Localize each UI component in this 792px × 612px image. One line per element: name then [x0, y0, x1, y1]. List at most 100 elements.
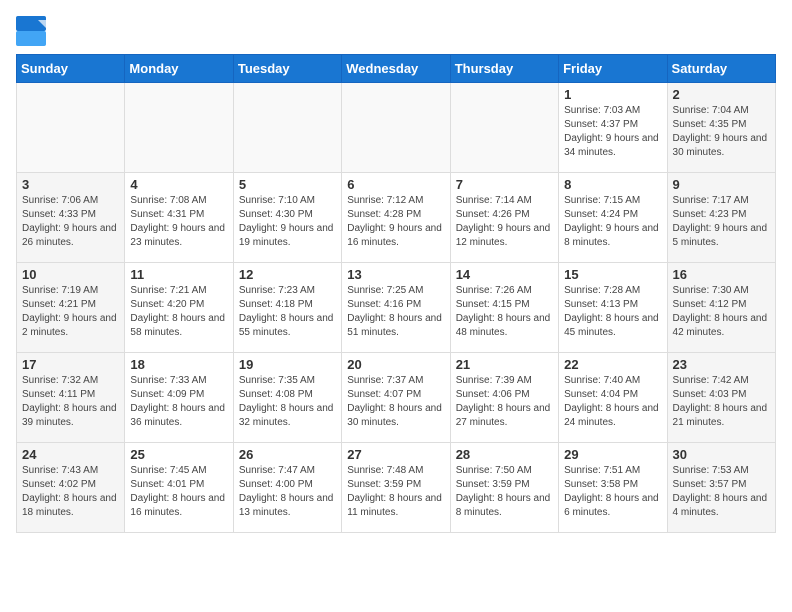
calendar-cell: 8 Sunrise: 7:15 AM Sunset: 4:24 PM Daylig…	[559, 173, 667, 263]
day-info: Sunrise: 7:19 AM Sunset: 4:21 PM Dayligh…	[22, 284, 119, 340]
calendar-cell: 22 Sunrise: 7:40 AM Sunset: 4:04 PM Dayli…	[559, 353, 667, 443]
day-info: Sunrise: 7:47 AM Sunset: 4:00 PM Dayligh…	[239, 464, 336, 520]
calendar-cell: 3 Sunrise: 7:06 AM Sunset: 4:33 PM Daylig…	[17, 173, 125, 263]
day-info: Sunrise: 7:17 AM Sunset: 4:23 PM Dayligh…	[673, 194, 770, 250]
day-info: Sunrise: 7:39 AM Sunset: 4:06 PM Dayligh…	[456, 374, 553, 430]
calendar-cell: 20 Sunrise: 7:37 AM Sunset: 4:07 PM Dayli…	[342, 353, 450, 443]
day-info: Sunrise: 7:03 AM Sunset: 4:37 PM Dayligh…	[564, 104, 661, 160]
day-info: Sunrise: 7:26 AM Sunset: 4:15 PM Dayligh…	[456, 284, 553, 340]
calendar-cell: 16 Sunrise: 7:30 AM Sunset: 4:12 PM Dayli…	[667, 263, 775, 353]
day-number: 19	[239, 357, 336, 372]
calendar-cell: 30 Sunrise: 7:53 AM Sunset: 3:57 PM Dayli…	[667, 443, 775, 533]
day-info: Sunrise: 7:12 AM Sunset: 4:28 PM Dayligh…	[347, 194, 444, 250]
day-info: Sunrise: 7:33 AM Sunset: 4:09 PM Dayligh…	[130, 374, 227, 430]
calendar-cell: 23 Sunrise: 7:42 AM Sunset: 4:03 PM Dayli…	[667, 353, 775, 443]
day-number: 4	[130, 177, 227, 192]
calendar-cell	[233, 83, 341, 173]
calendar-cell: 14Sunrise: 7:26 AM Sunset: 4:15 PM Dayli…	[450, 263, 558, 353]
calendar-cell: 24 Sunrise: 7:43 AM Sunset: 4:02 PM Dayli…	[17, 443, 125, 533]
calendar-cell	[125, 83, 233, 173]
calendar-cell: 29Sunrise: 7:51 AM Sunset: 3:58 PM Dayli…	[559, 443, 667, 533]
calendar-cell: 1 Sunrise: 7:03 AM Sunset: 4:37 PM Daylig…	[559, 83, 667, 173]
calendar-cell: 9 Sunrise: 7:17 AM Sunset: 4:23 PM Daylig…	[667, 173, 775, 263]
day-info: Sunrise: 7:42 AM Sunset: 4:03 PM Dayligh…	[673, 374, 770, 430]
logo	[16, 16, 50, 46]
day-number: 3	[22, 177, 119, 192]
calendar-cell: 7 Sunrise: 7:14 AM Sunset: 4:26 PM Daylig…	[450, 173, 558, 263]
day-info: Sunrise: 7:10 AM Sunset: 4:30 PM Dayligh…	[239, 194, 336, 250]
calendar-cell	[17, 83, 125, 173]
calendar-table: SundayMondayTuesdayWednesdayThursdayFrid…	[16, 54, 776, 533]
day-info: Sunrise: 7:53 AM Sunset: 3:57 PM Dayligh…	[673, 464, 770, 520]
day-info: Sunrise: 7:23 AM Sunset: 4:18 PM Dayligh…	[239, 284, 336, 340]
day-info: Sunrise: 7:06 AM Sunset: 4:33 PM Dayligh…	[22, 194, 119, 250]
day-number: 1	[564, 87, 661, 102]
day-number: 25	[130, 447, 227, 462]
day-info: Sunrise: 7:43 AM Sunset: 4:02 PM Dayligh…	[22, 464, 119, 520]
col-header-wednesday: Wednesday	[342, 55, 450, 83]
col-header-thursday: Thursday	[450, 55, 558, 83]
day-info: Sunrise: 7:14 AM Sunset: 4:26 PM Dayligh…	[456, 194, 553, 250]
day-number: 5	[239, 177, 336, 192]
day-info: Sunrise: 7:08 AM Sunset: 4:31 PM Dayligh…	[130, 194, 227, 250]
logo-icon	[16, 16, 46, 46]
day-info: Sunrise: 7:21 AM Sunset: 4:20 PM Dayligh…	[130, 284, 227, 340]
calendar-cell: 4 Sunrise: 7:08 AM Sunset: 4:31 PM Daylig…	[125, 173, 233, 263]
calendar-cell	[450, 83, 558, 173]
day-number: 20	[347, 357, 444, 372]
day-number: 2	[673, 87, 770, 102]
day-info: Sunrise: 7:15 AM Sunset: 4:24 PM Dayligh…	[564, 194, 661, 250]
day-number: 16	[673, 267, 770, 282]
day-number: 24	[22, 447, 119, 462]
calendar-header-row: SundayMondayTuesdayWednesdayThursdayFrid…	[17, 55, 776, 83]
day-number: 21	[456, 357, 553, 372]
page-header	[16, 16, 776, 46]
calendar-cell: 17 Sunrise: 7:32 AM Sunset: 4:11 PM Dayli…	[17, 353, 125, 443]
calendar-cell: 25 Sunrise: 7:45 AM Sunset: 4:01 PM Dayli…	[125, 443, 233, 533]
calendar-cell: 13Sunrise: 7:25 AM Sunset: 4:16 PM Dayli…	[342, 263, 450, 353]
day-number: 27	[347, 447, 444, 462]
day-number: 9	[673, 177, 770, 192]
calendar-cell: 5 Sunrise: 7:10 AM Sunset: 4:30 PM Daylig…	[233, 173, 341, 263]
calendar-cell	[342, 83, 450, 173]
day-number: 6	[347, 177, 444, 192]
day-number: 8	[564, 177, 661, 192]
calendar-week-2: 3 Sunrise: 7:06 AM Sunset: 4:33 PM Daylig…	[17, 173, 776, 263]
calendar-cell: 6 Sunrise: 7:12 AM Sunset: 4:28 PM Daylig…	[342, 173, 450, 263]
col-header-sunday: Sunday	[17, 55, 125, 83]
day-number: 29	[564, 447, 661, 462]
day-info: Sunrise: 7:28 AM Sunset: 4:13 PM Dayligh…	[564, 284, 661, 340]
day-number: 26	[239, 447, 336, 462]
day-number: 12	[239, 267, 336, 282]
calendar-week-3: 10 Sunrise: 7:19 AM Sunset: 4:21 PM Dayli…	[17, 263, 776, 353]
day-info: Sunrise: 7:37 AM Sunset: 4:07 PM Dayligh…	[347, 374, 444, 430]
day-number: 11	[130, 267, 227, 282]
day-info: Sunrise: 7:48 AM Sunset: 3:59 PM Dayligh…	[347, 464, 444, 520]
day-number: 23	[673, 357, 770, 372]
day-number: 30	[673, 447, 770, 462]
calendar-cell: 2 Sunrise: 7:04 AM Sunset: 4:35 PM Daylig…	[667, 83, 775, 173]
day-info: Sunrise: 7:30 AM Sunset: 4:12 PM Dayligh…	[673, 284, 770, 340]
day-number: 13	[347, 267, 444, 282]
day-number: 28	[456, 447, 553, 462]
day-number: 10	[22, 267, 119, 282]
day-number: 17	[22, 357, 119, 372]
calendar-week-4: 17 Sunrise: 7:32 AM Sunset: 4:11 PM Dayli…	[17, 353, 776, 443]
day-info: Sunrise: 7:04 AM Sunset: 4:35 PM Dayligh…	[673, 104, 770, 160]
calendar-cell: 15Sunrise: 7:28 AM Sunset: 4:13 PM Dayli…	[559, 263, 667, 353]
calendar-cell: 12 Sunrise: 7:23 AM Sunset: 4:18 PM Dayli…	[233, 263, 341, 353]
col-header-friday: Friday	[559, 55, 667, 83]
day-info: Sunrise: 7:32 AM Sunset: 4:11 PM Dayligh…	[22, 374, 119, 430]
calendar-cell: 18Sunrise: 7:33 AM Sunset: 4:09 PM Dayli…	[125, 353, 233, 443]
col-header-tuesday: Tuesday	[233, 55, 341, 83]
col-header-monday: Monday	[125, 55, 233, 83]
day-number: 7	[456, 177, 553, 192]
calendar-cell: 27 Sunrise: 7:48 AM Sunset: 3:59 PM Dayli…	[342, 443, 450, 533]
calendar-cell: 28Sunrise: 7:50 AM Sunset: 3:59 PM Dayli…	[450, 443, 558, 533]
day-info: Sunrise: 7:45 AM Sunset: 4:01 PM Dayligh…	[130, 464, 227, 520]
calendar-week-5: 24 Sunrise: 7:43 AM Sunset: 4:02 PM Dayli…	[17, 443, 776, 533]
calendar-cell: 10 Sunrise: 7:19 AM Sunset: 4:21 PM Dayli…	[17, 263, 125, 353]
day-number: 22	[564, 357, 661, 372]
calendar-week-1: 1 Sunrise: 7:03 AM Sunset: 4:37 PM Daylig…	[17, 83, 776, 173]
day-info: Sunrise: 7:40 AM Sunset: 4:04 PM Dayligh…	[564, 374, 661, 430]
